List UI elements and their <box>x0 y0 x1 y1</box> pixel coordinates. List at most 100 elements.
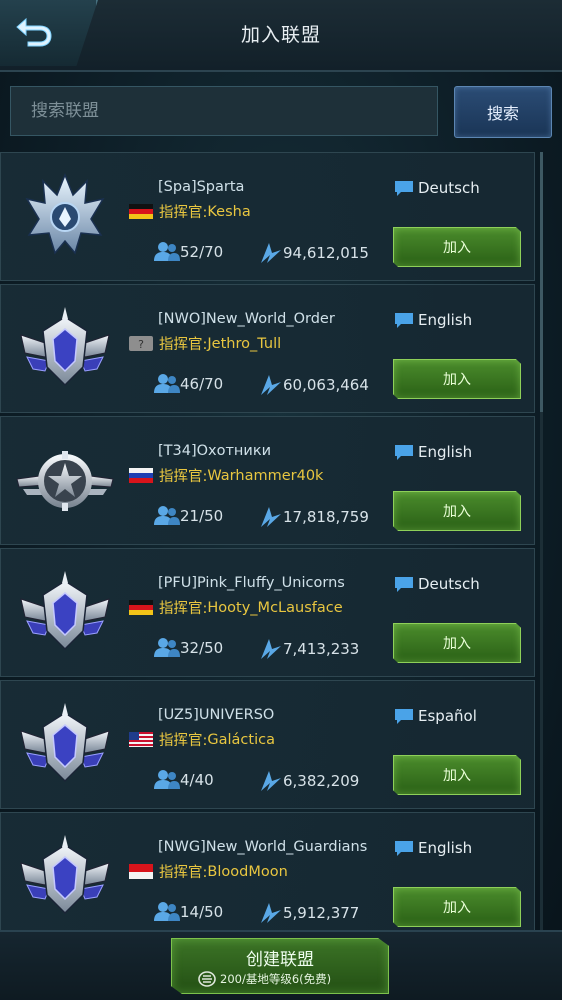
language-label: English <box>393 443 472 461</box>
join-button[interactable]: 加入 <box>393 227 521 267</box>
join-button[interactable]: 加入 <box>393 755 521 795</box>
usa-flag-icon <box>129 732 153 747</box>
power-text: 7,413,233 <box>283 640 360 658</box>
commander-name: Galáctica <box>207 731 275 748</box>
members-icon <box>154 374 180 393</box>
page-title: 加入联盟 <box>240 24 321 46</box>
members-icon <box>154 242 180 261</box>
alliance-power: 94,612,015 <box>259 241 369 265</box>
alliance-row: [NWG]New_World_Guardians 指挥官: BloodMoon … <box>0 812 535 930</box>
join-button[interactable]: 加入 <box>393 359 521 399</box>
alliance-name: [UZ5]UNIVERSO <box>158 707 275 723</box>
alliance-power: 60,063,464 <box>259 373 369 397</box>
footer-bar: 创建联盟 200/基地等级6(免费) <box>0 930 562 1000</box>
power-icon <box>261 243 281 263</box>
member-count: 52/70 <box>154 241 223 263</box>
alliance-row: [T34]Охотники 指挥官: Warhammer40k English … <box>0 416 535 545</box>
chat-bubble-icon <box>395 841 413 856</box>
language-label: English <box>393 311 472 329</box>
spiked-crest-icon <box>15 167 115 267</box>
chat-bubble-icon <box>395 709 413 724</box>
language-text: Deutsch <box>418 179 480 197</box>
commander-line: 指挥官: BloodMoon <box>129 861 288 882</box>
commander-line: 指挥官: Hooty_McLausface <box>129 597 343 618</box>
member-count: 14/50 <box>154 901 223 923</box>
winged-shield-icon <box>15 563 115 663</box>
power-text: 60,063,464 <box>283 376 369 394</box>
member-count: 21/50 <box>154 505 223 527</box>
alliance-name: [NWG]New_World_Guardians <box>158 839 368 855</box>
alliance-name: [NWO]New_World_Order <box>158 311 335 327</box>
power-icon <box>261 507 281 527</box>
alliance-row: [Spa]Sparta 指挥官: Kesha Deutsch 52/70 94,… <box>0 152 535 281</box>
member-count: 32/50 <box>154 637 223 659</box>
members-text: 21/50 <box>180 507 224 525</box>
alliance-row: [PFU]Pink_Fluffy_Unicorns 指挥官: Hooty_McL… <box>0 548 535 677</box>
russia-flag-icon <box>129 468 153 483</box>
alliance-row: [NWO]New_World_Order ? 指挥官: Jethro_Tull … <box>0 284 535 413</box>
language-text: Deutsch <box>418 575 480 593</box>
winged-shield-icon <box>15 695 115 795</box>
commander-line: 指挥官: Galáctica <box>129 729 275 750</box>
join-alliance-screen: 加入联盟 搜索 [Spa]Sparta 指挥官: Kesha Deutsch <box>0 0 562 1000</box>
commander-name: Hooty_McLausface <box>207 599 343 616</box>
create-alliance-label: 创建联盟 <box>246 950 314 970</box>
commander-prefix: 指挥官: <box>159 469 208 485</box>
commander-line: 指挥官: Kesha <box>129 201 251 222</box>
join-button[interactable]: 加入 <box>393 491 521 531</box>
unknown-flag-icon: ? <box>129 336 153 351</box>
chat-bubble-icon <box>395 181 413 196</box>
commander-prefix: 指挥官: <box>159 337 208 353</box>
commander-name: BloodMoon <box>207 863 288 880</box>
commander-prefix: 指挥官: <box>159 205 208 221</box>
chat-bubble-icon <box>395 445 413 460</box>
members-text: 52/70 <box>180 243 224 261</box>
commander-prefix: 指挥官: <box>159 601 208 617</box>
language-text: English <box>418 443 473 461</box>
power-text: 94,612,015 <box>283 244 369 262</box>
power-icon <box>261 903 281 923</box>
search-input[interactable] <box>10 86 438 136</box>
members-text: 14/50 <box>180 903 224 921</box>
winged-star-icon <box>15 431 115 531</box>
language-label: English <box>393 839 472 857</box>
power-icon <box>261 639 281 659</box>
member-count: 4/40 <box>154 769 214 791</box>
create-alliance-button[interactable]: 创建联盟 200/基地等级6(免费) <box>171 938 389 994</box>
commander-prefix: 指挥官: <box>159 733 208 749</box>
indonesia-flag-icon <box>129 864 153 879</box>
commander-name: Warhammer40k <box>207 467 324 484</box>
chat-bubble-icon <box>395 577 413 592</box>
alliance-list[interactable]: [Spa]Sparta 指挥官: Kesha Deutsch 52/70 94,… <box>0 152 535 930</box>
alliance-power: 7,413,233 <box>259 637 359 661</box>
winged-shield-icon <box>15 299 115 399</box>
alliance-name: [T34]Охотники <box>158 443 272 459</box>
commander-name: Kesha <box>207 203 251 220</box>
commander-line: ? 指挥官: Jethro_Tull <box>129 333 281 354</box>
search-button[interactable]: 搜索 <box>454 86 552 138</box>
language-text: Español <box>418 707 477 725</box>
join-button[interactable]: 加入 <box>393 623 521 663</box>
language-label: Deutsch <box>393 575 480 593</box>
members-text: 46/70 <box>180 375 224 393</box>
scrollbar[interactable] <box>540 152 543 930</box>
members-text: 4/40 <box>180 771 214 789</box>
power-icon <box>261 771 281 791</box>
chat-bubble-icon <box>395 313 413 328</box>
join-button[interactable]: 加入 <box>393 887 521 927</box>
language-text: English <box>418 311 473 329</box>
language-label: Deutsch <box>393 179 480 197</box>
members-icon <box>154 506 180 525</box>
members-icon <box>154 770 180 789</box>
alliance-name: [Spa]Sparta <box>158 179 245 195</box>
winged-shield-icon <box>15 827 115 927</box>
svg-text:?: ? <box>138 338 144 351</box>
alliance-power: 6,382,209 <box>259 769 359 793</box>
create-cost-text: 200/基地等级6(免费) <box>220 972 332 986</box>
power-text: 17,818,759 <box>283 508 369 526</box>
members-icon <box>154 902 180 921</box>
alliance-row: [UZ5]UNIVERSO 指挥官: Galáctica Español 4/4… <box>0 680 535 809</box>
members-icon <box>154 638 180 657</box>
scrollbar-thumb[interactable] <box>540 152 543 412</box>
germany-flag-icon <box>129 600 153 615</box>
